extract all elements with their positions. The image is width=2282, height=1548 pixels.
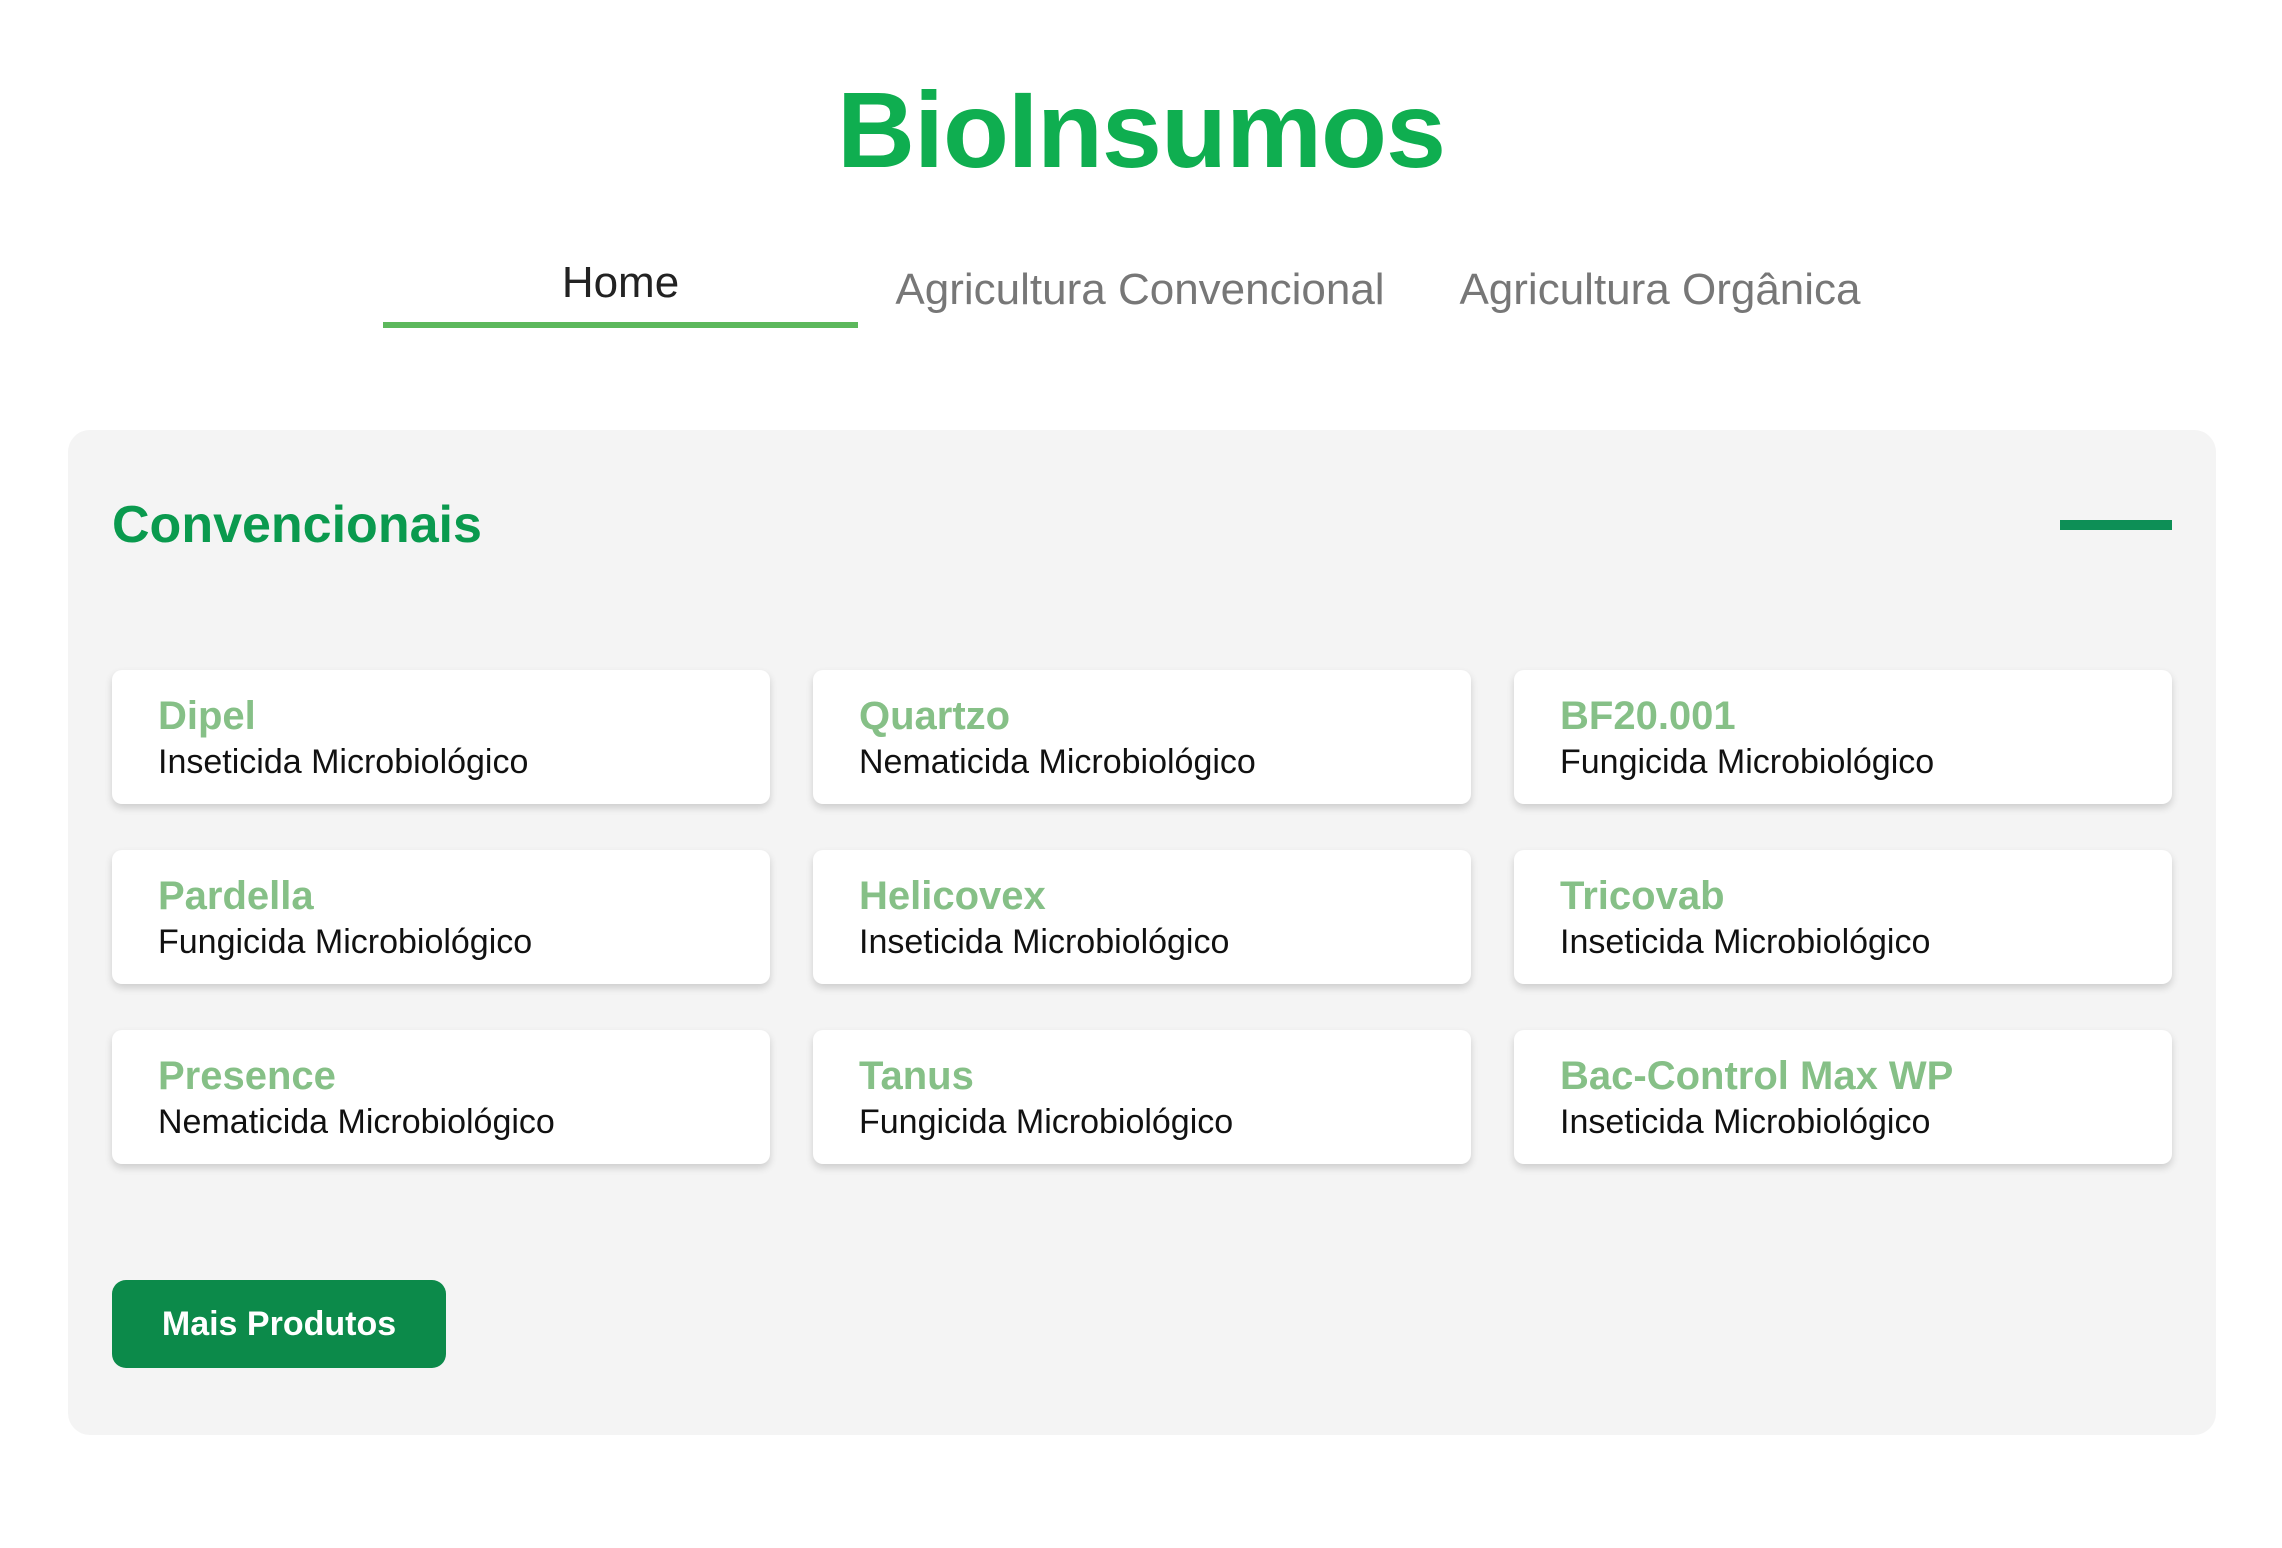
- product-card[interactable]: Dipel Inseticida Microbiológico: [112, 670, 770, 804]
- product-card[interactable]: Bac-Control Max WP Inseticida Microbioló…: [1514, 1030, 2172, 1164]
- collapse-toggle[interactable]: [2060, 514, 2172, 536]
- product-card[interactable]: Tricovab Inseticida Microbiológico: [1514, 850, 2172, 984]
- product-type: Fungicida Microbiológico: [859, 1103, 1234, 1141]
- product-card[interactable]: Presence Nematicida Microbiológico: [112, 1030, 770, 1164]
- product-name: Tricovab: [1560, 874, 1725, 918]
- product-type: Nematicida Microbiológico: [158, 1103, 555, 1141]
- product-card[interactable]: Pardella Fungicida Microbiológico: [112, 850, 770, 984]
- product-type: Fungicida Microbiológico: [158, 923, 533, 961]
- product-card[interactable]: BF20.001 Fungicida Microbiológico: [1514, 670, 2172, 804]
- product-name: BF20.001: [1560, 694, 1736, 738]
- app-title: BioInsumos: [836, 69, 1446, 190]
- product-type: Inseticida Microbiológico: [1560, 923, 1931, 961]
- product-name: Helicovex: [859, 874, 1046, 918]
- product-card[interactable]: Helicovex Inseticida Microbiológico: [813, 850, 1471, 984]
- product-name: Presence: [158, 1054, 336, 1098]
- convencionais-panel: Convencionais Dipel Inseticida Microbiol…: [68, 430, 2216, 1435]
- minus-icon: [2060, 520, 2172, 530]
- tab-home[interactable]: Home: [383, 250, 858, 328]
- product-type: Inseticida Microbiológico: [1560, 1103, 1931, 1141]
- product-name: Bac-Control Max WP: [1560, 1054, 1954, 1098]
- product-name: Pardella: [158, 874, 314, 918]
- more-products-button[interactable]: Mais Produtos: [112, 1280, 446, 1368]
- main-nav: Home Agricultura Convencional Agricultur…: [0, 250, 2282, 330]
- product-name: Tanus: [859, 1054, 974, 1098]
- product-name: Dipel: [158, 694, 256, 738]
- section-title: Convencionais: [112, 496, 482, 554]
- tab-agricultura-organica[interactable]: Agricultura Orgânica: [1430, 250, 1890, 322]
- product-type: Fungicida Microbiológico: [1560, 743, 1935, 781]
- product-type: Inseticida Microbiológico: [158, 743, 529, 781]
- product-card[interactable]: Quartzo Nematicida Microbiológico: [813, 670, 1471, 804]
- product-card[interactable]: Tanus Fungicida Microbiológico: [813, 1030, 1471, 1164]
- product-type: Nematicida Microbiológico: [859, 743, 1256, 781]
- product-grid: Dipel Inseticida Microbiológico Quartzo …: [112, 670, 2172, 1164]
- product-name: Quartzo: [859, 694, 1011, 738]
- tab-agricultura-convencional[interactable]: Agricultura Convencional: [880, 250, 1400, 322]
- product-type: Inseticida Microbiológico: [859, 923, 1230, 961]
